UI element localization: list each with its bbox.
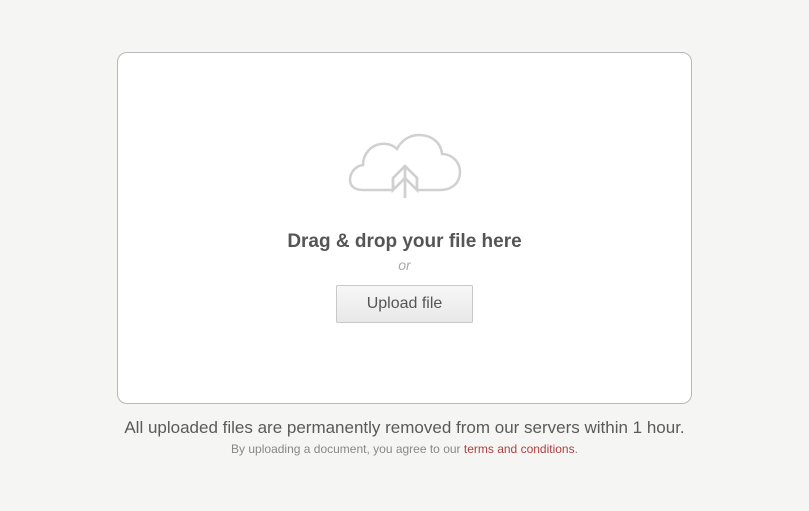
agreement-text: By uploading a document, you agree to ou… <box>231 442 578 456</box>
cloud-upload-icon <box>345 133 465 203</box>
terms-and-conditions-link[interactable]: terms and conditions <box>464 442 575 456</box>
file-dropzone[interactable]: Drag & drop your file here or Upload fil… <box>117 52 692 404</box>
agreement-suffix: . <box>575 442 578 456</box>
upload-file-button[interactable]: Upload file <box>336 285 474 323</box>
agreement-prefix: By uploading a document, you agree to ou… <box>231 442 464 456</box>
retention-notice: All uploaded files are permanently remov… <box>124 418 684 438</box>
dropzone-or: or <box>398 257 410 273</box>
dropzone-heading: Drag & drop your file here <box>287 231 521 253</box>
